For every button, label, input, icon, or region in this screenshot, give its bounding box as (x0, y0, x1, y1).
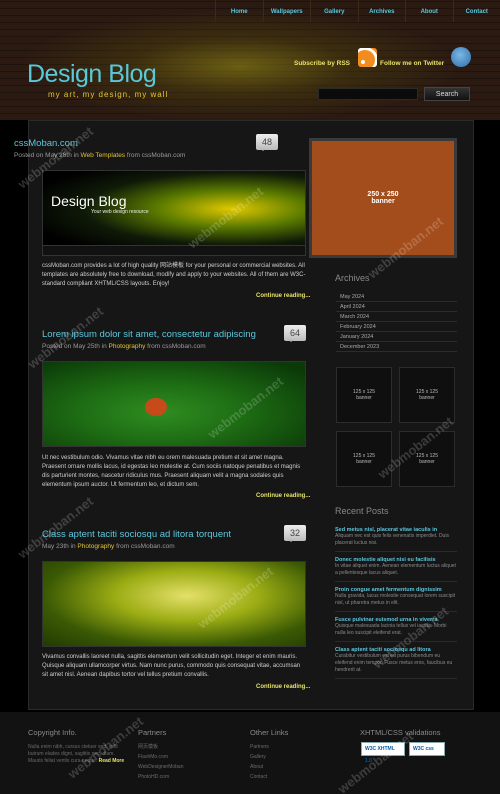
post-category-link[interactable]: Photography (109, 343, 146, 350)
recent-post-item: Class aptent taciti sociosqu ad litora C… (335, 645, 457, 679)
other-link[interactable]: About (250, 762, 269, 772)
image-subtitle: Your web design resource (91, 209, 149, 215)
banner-250x250[interactable]: 250 x 250 banner (309, 138, 457, 258)
recent-post-item: Fusce pulvinar euismod urna in viverra Q… (335, 615, 457, 642)
other-link[interactable]: Partners (250, 742, 269, 752)
recent-post-excerpt: Nulla gravida, lacus molestie consequat … (335, 593, 456, 606)
archive-link[interactable]: December 2023 (336, 342, 457, 352)
twitter-bird-icon[interactable] (451, 47, 471, 67)
footer-validations-title: XHTML/CSS validations (360, 728, 441, 737)
footer-other-links-list: Partners Gallery About Contact (250, 742, 269, 782)
image-logo-text: Design Blog (51, 193, 127, 209)
post-excerpt: Ut nec vestibulum odio. Vivamus vitae ni… (42, 455, 301, 488)
recent-post-item: Proin congue amet fermentum dignissim Nu… (335, 585, 457, 612)
nav-home[interactable]: Home (215, 0, 263, 22)
continue-reading-link[interactable]: Continue reading... (256, 493, 500, 499)
footer-copyright-text: Nulla enim nibh, cursus ctetuer sed, vel… (28, 744, 125, 764)
post-category-link[interactable]: Web Templates (81, 152, 126, 159)
other-link[interactable]: Gallery (250, 752, 269, 762)
continue-reading-link[interactable]: Continue reading... (256, 684, 500, 690)
post-meta: May 23th in Photography from cssMoban.co… (42, 543, 175, 550)
search-button[interactable]: Search (424, 87, 470, 101)
subscribe-rss-link[interactable]: Subscribe by RSS (294, 60, 350, 67)
recent-posts-title: Recent Posts (335, 506, 389, 516)
archives-list: May 2024 April 2024 March 2024 February … (336, 292, 457, 352)
footer-partners-title: Partners (138, 728, 167, 737)
header: Home Wallpapers Gallery Archives About C… (0, 0, 500, 120)
recent-posts-list: Sed metus nisl, placerat vitae iaculis i… (335, 525, 457, 682)
recent-post-excerpt: Quisque malesuada lacinia tellus vel iac… (335, 623, 447, 636)
comment-count-badge[interactable]: 32 (284, 525, 306, 542)
banner-125x125[interactable]: 125 x 125 banner (399, 367, 455, 423)
partner-link[interactable]: FlashMo.com (138, 752, 184, 762)
post-excerpt: Vivamus convallis laoreet nulla, sagitti… (42, 654, 301, 678)
footer-copyright-title: Copyright Info. (28, 728, 77, 737)
post: Class aptent taciti sociosqu ad litora t… (42, 525, 306, 550)
partner-link[interactable]: PhotoHD.com (138, 772, 184, 782)
nav-archives[interactable]: Archives (357, 0, 406, 22)
site-tagline: my art, my design, my wall (48, 90, 169, 99)
post-meta: Posted on May 25th in Photography from c… (42, 343, 206, 350)
rss-icon[interactable] (358, 48, 377, 67)
post-category-link[interactable]: Photography (77, 543, 114, 550)
recent-post-item: Sed metus nisl, placerat vitae iaculis i… (335, 525, 457, 552)
nav-wallpapers[interactable]: Wallpapers (262, 0, 311, 22)
image-nav-bar (43, 245, 305, 255)
w3c-css-badge[interactable]: W3C css (409, 742, 445, 756)
post: cssMoban.com Posted on May 28th in Web T… (14, 134, 278, 159)
archive-link[interactable]: April 2024 (336, 302, 457, 312)
site-logo[interactable]: Design Blog (27, 60, 157, 89)
post: Lorem ipsum dolor sit amet, consectetur … (42, 325, 306, 350)
banner-125x125[interactable]: 125 x 125 banner (399, 431, 455, 487)
post-title[interactable]: Class aptent taciti sociosqu ad litora t… (42, 529, 306, 540)
recent-post-excerpt: Aliquam nec est quis felis venenatis imp… (335, 533, 449, 546)
archives-title: Archives (335, 273, 370, 283)
other-link[interactable]: Contact (250, 772, 269, 782)
footer-other-links-title: Other Links (250, 728, 289, 737)
post-image[interactable] (42, 361, 306, 447)
partner-link[interactable]: WebDesignerMoban (138, 762, 184, 772)
recent-post-excerpt: Curabitur vestibulum est eu purus bibend… (335, 653, 453, 673)
archive-link[interactable]: March 2024 (336, 312, 457, 322)
ladybug-image (145, 398, 167, 416)
nav-contact[interactable]: Contact (452, 0, 500, 22)
post-excerpt: cssMoban.com provides a lot of high qual… (42, 263, 306, 287)
search-input[interactable] (318, 88, 418, 100)
archive-link[interactable]: May 2024 (336, 292, 457, 302)
read-more-link[interactable]: Read More (99, 758, 125, 764)
w3c-xhtml-badge[interactable]: W3C XHTML 1.0 (361, 742, 405, 764)
banner-125x125[interactable]: 125 x 125 banner (336, 367, 392, 423)
post-title[interactable]: cssMoban.com (14, 138, 278, 149)
footer-partners-list: 网页模板 FlashMo.com WebDesignerMoban PhotoH… (138, 742, 184, 782)
post-image[interactable] (42, 561, 306, 647)
top-navigation: Home Wallpapers Gallery Archives About C… (215, 0, 500, 22)
archive-link[interactable]: January 2024 (336, 332, 457, 342)
archive-link[interactable]: February 2024 (336, 322, 457, 332)
recent-post-excerpt: In vitae aliquet enim. Aenean elementum … (335, 563, 456, 576)
follow-twitter-link[interactable]: Follow me on Twitter (380, 60, 444, 67)
nav-about[interactable]: About (405, 0, 453, 22)
banner-125x125[interactable]: 125 x 125 banner (336, 431, 392, 487)
nav-gallery[interactable]: Gallery (310, 0, 358, 22)
partner-link[interactable]: 网页模板 (138, 742, 184, 752)
comment-count-badge[interactable]: 64 (284, 325, 306, 342)
post-image[interactable]: Design Blog Your web design resource (42, 170, 306, 256)
post-meta: Posted on May 28th in Web Templates from… (14, 152, 186, 159)
comment-count-badge[interactable]: 48 (256, 134, 278, 151)
recent-post-item: Donec molestie aliquet nisi eu facilisis… (335, 555, 457, 582)
post-title[interactable]: Lorem ipsum dolor sit amet, consectetur … (42, 329, 306, 340)
